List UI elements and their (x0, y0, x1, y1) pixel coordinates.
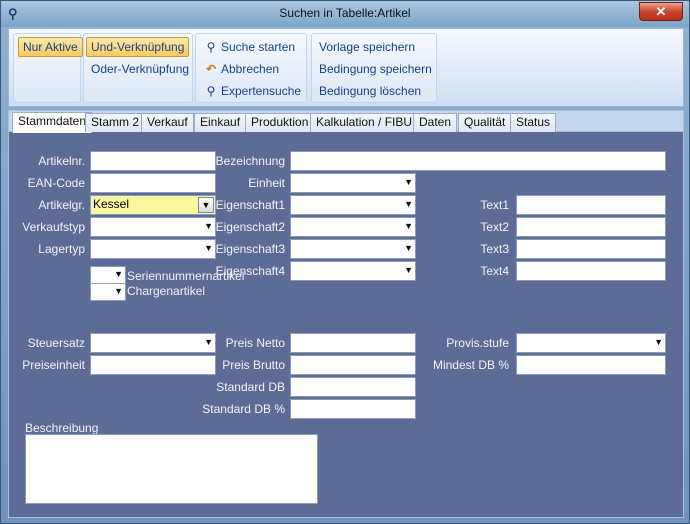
preis-netto-label: Preis Netto (225, 336, 285, 350)
seriennummernartikel-combo[interactable]: ▼ (90, 266, 126, 284)
binoculars-icon: ⚲ (206, 40, 216, 54)
text2-field[interactable] (516, 217, 666, 237)
chargenartikel-combo[interactable]: ▼ (90, 283, 126, 301)
standard-db-pct-label: Standard DB % (202, 402, 285, 416)
chevron-down-icon: ▼ (654, 337, 663, 347)
standard-db-field[interactable] (290, 377, 416, 397)
eigenschaft2-label: Eigenschaft2 (215, 220, 285, 234)
chevron-down-icon[interactable]: ▼ (198, 197, 214, 213)
nur-aktive-button[interactable]: Nur Aktive (18, 37, 83, 57)
artikelgr-value: Kessel (93, 197, 130, 211)
chevron-down-icon: ▼ (404, 265, 413, 275)
text2-label: Text2 (480, 220, 509, 234)
einheit-label: Einheit (248, 176, 285, 190)
mindest-db-pct-field[interactable] (516, 355, 666, 375)
tab-kalkulation-fibu[interactable]: Kalkulation / FIBU (310, 113, 419, 132)
abbrechen-button[interactable]: ↶ Abbrechen (198, 59, 284, 79)
eigenschaft1-combo[interactable]: ▼ (290, 195, 416, 215)
steuersatz-label: Steuersatz (27, 336, 85, 350)
standard-db-pct-field[interactable] (290, 399, 416, 419)
ean-code-field[interactable] (90, 173, 216, 193)
preiseinheit-label: Preiseinheit (22, 358, 85, 372)
title-bar: ⚲ Suchen in Tabelle:Artikel ✕ (1, 1, 689, 27)
provis-stufe-label: Provis.stufe (446, 336, 509, 350)
artikelnr-label: Artikelnr. (38, 154, 85, 168)
ean-code-label: EAN-Code (27, 176, 85, 190)
lagertyp-combo[interactable]: ▼ (90, 239, 216, 259)
steuersatz-combo[interactable]: ▼ (90, 333, 216, 353)
preis-netto-field[interactable] (290, 333, 416, 353)
bedingung-speichern-button[interactable]: Bedingung speichern (314, 59, 437, 79)
expertensuche-button[interactable]: ⚲ Expertensuche (198, 81, 306, 101)
chevron-down-icon: ▼ (404, 177, 413, 187)
tab-qualitaet[interactable]: Qualität (458, 113, 512, 132)
und-verknuepfung-button[interactable]: Und-Verknüpfung (86, 37, 190, 57)
preis-brutto-field[interactable] (290, 355, 416, 375)
oder-verknuepfung-button[interactable]: Oder-Verknüpfung (86, 59, 194, 79)
search-window: ⚲ Suchen in Tabelle:Artikel ✕ Nur Aktive… (0, 0, 690, 524)
ribbon-group-search: ⚲ Suche starten ↶ Abbrechen ⚲ Expertensuche (195, 33, 307, 103)
eigenschaft2-combo[interactable]: ▼ (290, 217, 416, 237)
verkaufstyp-label: Verkaufstyp (22, 220, 85, 234)
chevron-down-icon: ▼ (204, 243, 213, 253)
artikelnr-field[interactable] (90, 151, 216, 171)
eigenschaft3-label: Eigenschaft3 (215, 242, 285, 256)
artikelgr-combo[interactable]: Kessel ▼ (90, 195, 216, 215)
chevron-down-icon: ▼ (404, 221, 413, 231)
eigenschaft4-combo[interactable]: ▼ (290, 261, 416, 281)
chevron-down-icon: ▼ (404, 243, 413, 253)
chevron-down-icon: ▼ (204, 337, 213, 347)
tab-einkauf[interactable]: Einkauf (194, 113, 247, 132)
ribbon-group-filter: Nur Aktive (13, 33, 83, 103)
chevron-down-icon: ▼ (114, 269, 123, 279)
suche-starten-button[interactable]: ⚲ Suche starten (198, 37, 300, 57)
mindest-db-pct-label: Mindest DB % (432, 358, 509, 372)
binoculars-icon: ⚲ (206, 84, 216, 98)
provis-stufe-combo[interactable]: ▼ (516, 333, 666, 353)
tab-stammdaten[interactable]: Stammdaten (12, 112, 93, 133)
bezeichnung-label: Bezeichnung (215, 154, 285, 168)
chevron-down-icon: ▼ (114, 286, 123, 296)
chevron-down-icon: ▼ (404, 199, 413, 209)
text3-field[interactable] (516, 239, 666, 259)
eigenschaft1-label: Eigenschaft1 (215, 198, 285, 212)
chevron-down-icon: ▼ (204, 221, 213, 231)
verkaufstyp-combo[interactable]: ▼ (90, 217, 216, 237)
text1-label: Text1 (480, 198, 509, 212)
close-button[interactable]: ✕ (639, 2, 683, 21)
beschreibung-label: Beschreibung (25, 421, 99, 435)
vorlage-speichern-button[interactable]: Vorlage speichern (314, 37, 420, 57)
ribbon-group-logic: Und-Verknüpfung Oder-Verknüpfung (83, 33, 193, 103)
lagertyp-label: Lagertyp (38, 242, 85, 256)
tab-status[interactable]: Status (510, 113, 557, 132)
window-title: Suchen in Tabelle:Artikel (279, 6, 411, 20)
bezeichnung-field[interactable] (290, 151, 666, 171)
eigenschaft3-combo[interactable]: ▼ (290, 239, 416, 259)
undo-arrow-icon: ↶ (205, 62, 217, 76)
tab-stamm-2[interactable]: Stamm 2 (85, 113, 146, 132)
artikelgr-label: Artikelgr. (38, 198, 85, 212)
chargenartikel-label: Chargenartikel (127, 284, 206, 298)
ribbon-group-templates: Vorlage speichern Bedingung speichern Be… (311, 33, 437, 103)
einheit-combo[interactable]: ▼ (290, 173, 416, 193)
standard-db-label: Standard DB (216, 380, 285, 394)
ribbon: Nur Aktive Und-Verknüpfung Oder-Verknüpf… (8, 28, 684, 107)
preis-brutto-label: Preis Brutto (222, 358, 285, 372)
tab-daten[interactable]: Daten (413, 113, 458, 132)
form-panel: Stammdaten Stamm 2 Verkauf Einkauf Produ… (8, 110, 684, 518)
text4-label: Text4 (480, 264, 509, 278)
tab-produktion[interactable]: Produktion (245, 113, 315, 132)
preiseinheit-field[interactable] (90, 355, 216, 375)
beschreibung-textarea[interactable] (25, 434, 318, 504)
tab-strip: Stammdaten Stamm 2 Verkauf Einkauf Produ… (9, 111, 683, 133)
bedingung-loeschen-button[interactable]: Bedingung löschen (314, 81, 426, 101)
text3-label: Text3 (480, 242, 509, 256)
text1-field[interactable] (516, 195, 666, 215)
eigenschaft4-label: Eigenschaft4 (215, 264, 285, 278)
text4-field[interactable] (516, 261, 666, 281)
tab-verkauf[interactable]: Verkauf (141, 113, 194, 132)
